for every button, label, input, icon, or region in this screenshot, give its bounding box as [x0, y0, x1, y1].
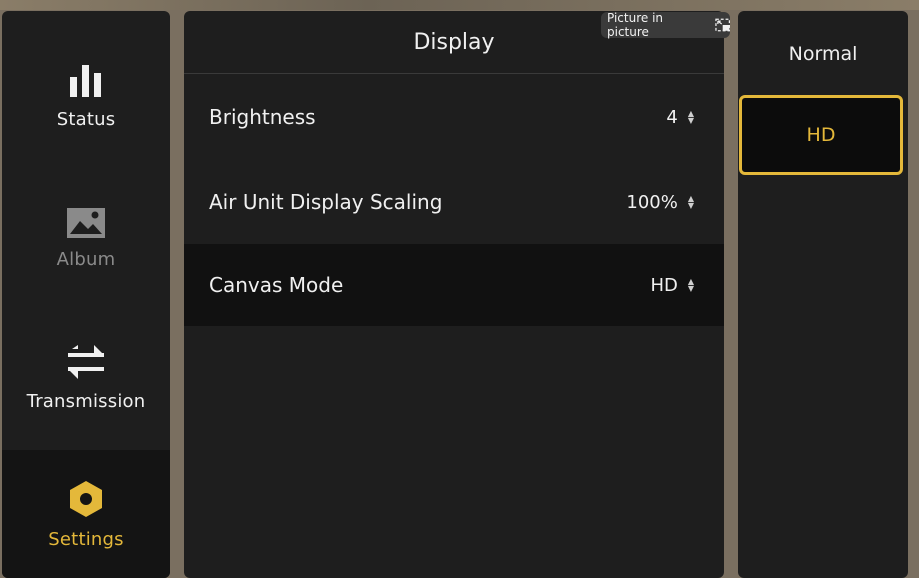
hexagon-gear-icon [70, 480, 102, 517]
option-normal[interactable]: Normal [738, 31, 908, 77]
image-icon [67, 207, 105, 238]
setting-value: 4 [666, 106, 678, 128]
setting-value-control[interactable]: HD ▲ ▼ [650, 275, 694, 296]
setting-row-canvas-mode[interactable]: Canvas Mode HD ▲ ▼ [184, 244, 724, 326]
sidebar-item-album[interactable]: Album [2, 183, 170, 293]
picture-in-picture-button[interactable]: Picture in picture [601, 11, 730, 39]
up-down-arrows-icon: ▲ ▼ [687, 194, 694, 210]
canvas-mode-options: Normal HD [738, 11, 908, 578]
display-settings-panel: Display Brightness 4 ▲ ▼ Air Unit Display… [184, 11, 724, 578]
up-down-arrows-icon: ▲ ▼ [687, 109, 694, 125]
sidebar-item-settings[interactable]: Settings [2, 450, 170, 578]
up-down-arrows-icon: ▲ ▼ [687, 277, 694, 293]
setting-value-control[interactable]: 4 ▲ ▼ [666, 107, 694, 128]
setting-label: Brightness [209, 105, 316, 129]
sidebar-item-label: Status [56, 108, 116, 130]
sidebar-item-label: Settings [48, 528, 124, 550]
setting-value: 100% [626, 191, 678, 213]
transfer-arrows-icon [68, 344, 104, 379]
background [0, 0, 919, 10]
bar-chart-icon [70, 64, 101, 97]
pip-label: Picture in picture [607, 11, 664, 39]
setting-value: HD [650, 274, 678, 296]
setting-value-control[interactable]: 100% ▲ ▼ [626, 192, 694, 213]
sidebar-item-label: Album [56, 248, 116, 270]
option-hd-selected[interactable]: HD [739, 95, 903, 175]
sidebar: Status Album Transmission Settings [2, 11, 170, 578]
sidebar-item-transmission[interactable]: Transmission [2, 323, 170, 433]
setting-row-brightness[interactable]: Brightness 4 ▲ ▼ [184, 76, 724, 158]
sidebar-item-status[interactable]: Status [2, 41, 170, 151]
setting-row-display-scaling[interactable]: Air Unit Display Scaling 100% ▲ ▼ [184, 161, 724, 243]
setting-label: Air Unit Display Scaling [209, 190, 443, 214]
picture-in-picture-icon [714, 18, 730, 32]
setting-label: Canvas Mode [209, 273, 344, 297]
sidebar-item-label: Transmission [26, 390, 146, 412]
